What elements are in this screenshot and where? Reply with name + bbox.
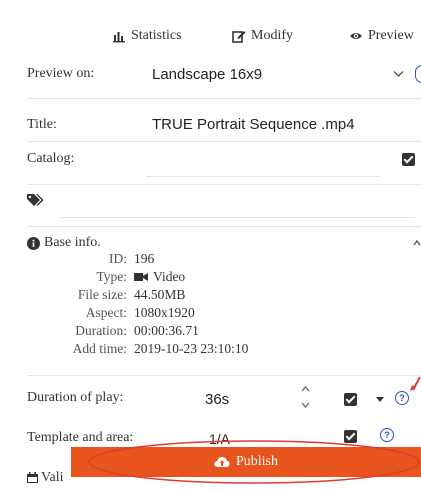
catalog-checkbox[interactable] [402, 153, 415, 166]
duration-input[interactable]: 36s [205, 391, 229, 408]
chart-icon [113, 32, 125, 43]
help-icon[interactable]: ? [395, 391, 409, 405]
validity-label-partial: Vali [41, 470, 64, 485]
divider [27, 141, 421, 142]
info-value: 1080x1920 [134, 305, 195, 320]
info-key: Aspect: [85, 305, 127, 320]
annotation-ellipse [88, 440, 420, 484]
tab-statistics[interactable]: Statistics [112, 28, 182, 44]
base-info-panel: Base info. ID: 196 Type: Video File size… [27, 226, 421, 376]
catalog-underline [146, 176, 380, 177]
info-value: 44.50MB [134, 287, 186, 302]
annotation-arrow [410, 376, 421, 391]
info-key: Add time: [72, 341, 127, 356]
info-row-type: Type: Video [27, 269, 327, 287]
duration-checkbox[interactable] [344, 393, 357, 406]
divider [27, 184, 421, 185]
preview-on-select[interactable]: Landscape 16x9 [152, 66, 262, 83]
info-row-aspect: Aspect: 1080x1920 [27, 305, 327, 323]
info-row-duration: Duration: 00:00:36.71 [27, 323, 327, 341]
preview-on-label: Preview on: [27, 66, 95, 81]
duration-label: Duration of play: [27, 390, 124, 405]
info-row-file-size: File size: 44.50MB [27, 287, 327, 305]
info-key: Type: [96, 269, 127, 284]
collapse-icon[interactable] [413, 239, 421, 247]
tab-preview[interactable]: Preview [349, 28, 414, 44]
stepper-icon[interactable] [301, 384, 310, 410]
info-icon [27, 237, 40, 250]
title-label: Title: [27, 117, 57, 132]
info-key: File size: [77, 287, 127, 302]
info-value-wrap: Video [134, 269, 185, 285]
eye-icon [350, 33, 362, 39]
info-key: Duration: [75, 323, 127, 338]
info-value: 196 [134, 251, 155, 266]
info-row-id: ID: 196 [27, 251, 327, 269]
tab-statistics-label: Statistics [131, 28, 182, 43]
info-row-add-time: Add time: 2019-10-23 23:10:10 [27, 341, 327, 359]
divider [27, 98, 421, 99]
calendar-icon [27, 472, 38, 483]
tab-preview-label: Preview [368, 28, 414, 43]
title-input[interactable]: TRUE Portrait Sequence .mp4 [152, 116, 355, 133]
video-icon [134, 273, 148, 281]
catalog-label: Catalog: [27, 151, 75, 166]
info-value: Video [153, 269, 186, 284]
help-icon-partial[interactable] [415, 65, 421, 83]
tab-modify-label: Modify [251, 28, 293, 43]
chevron-down-icon[interactable] [393, 70, 404, 78]
tab-modify[interactable]: Modify [232, 28, 293, 44]
info-value: 2019-10-23 23:10:10 [134, 341, 249, 356]
base-info-header: Base info. [44, 235, 101, 250]
tags-underline[interactable] [60, 217, 414, 218]
edit-icon [232, 31, 246, 43]
tag-icon [27, 194, 44, 206]
info-key: ID: [109, 251, 127, 266]
caret-down-icon[interactable] [376, 397, 384, 403]
info-value: 00:00:36.71 [134, 323, 199, 338]
tab-bar: Statistics Modify Preview [0, 0, 421, 60]
